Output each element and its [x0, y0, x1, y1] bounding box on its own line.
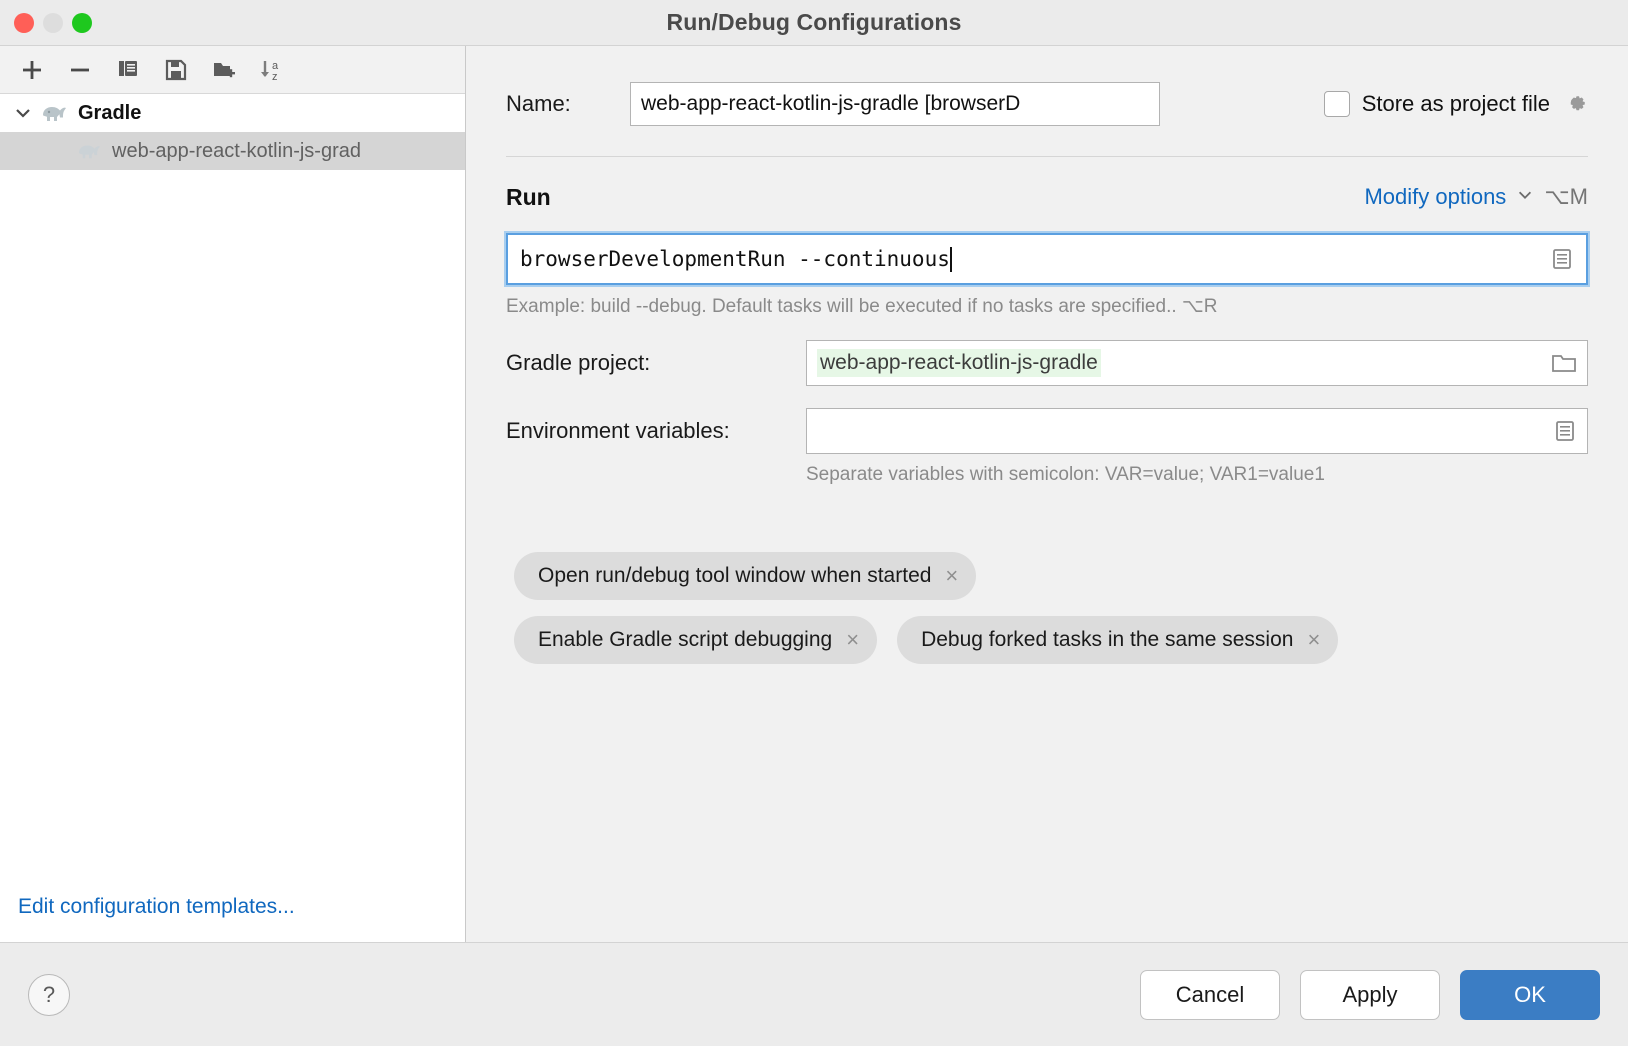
- option-chip[interactable]: Debug forked tasks in the same session ×: [897, 616, 1338, 664]
- expand-list-icon[interactable]: [1553, 419, 1577, 443]
- store-as-project-file-label: Store as project file: [1362, 91, 1550, 117]
- name-label: Name:: [506, 91, 630, 117]
- section-divider: [506, 156, 1588, 157]
- dialog-action-buttons: Cancel Apply OK: [1140, 970, 1600, 1020]
- gradle-project-value: web-app-react-kotlin-js-gradle: [817, 349, 1101, 377]
- tree-group-gradle[interactable]: Gradle: [0, 94, 465, 132]
- tree-item-configuration[interactable]: web-app-react-kotlin-js-grad: [0, 132, 465, 170]
- svg-text:z: z: [272, 71, 278, 82]
- sort-alpha-icon: a z: [259, 58, 285, 82]
- configurations-tree: Gradle web-app-react-kotlin-js-grad: [0, 94, 465, 872]
- apply-button[interactable]: Apply: [1300, 970, 1440, 1020]
- option-chips: Open run/debug tool window when started …: [506, 552, 1588, 664]
- environment-variables-input[interactable]: [806, 408, 1588, 454]
- add-configuration-button[interactable]: [10, 51, 54, 89]
- run-section-header: Run Modify options ⌥M: [506, 179, 1588, 215]
- gradle-project-input[interactable]: web-app-react-kotlin-js-gradle: [806, 340, 1588, 386]
- option-chip[interactable]: Enable Gradle script debugging ×: [514, 616, 877, 664]
- gradle-tasks-hint: Example: build --debug. Default tasks wi…: [506, 295, 1588, 318]
- option-chip-label: Open run/debug tool window when started: [538, 564, 931, 588]
- option-chip-row: Enable Gradle script debugging × Debug f…: [506, 616, 1588, 664]
- chevron-down-icon[interactable]: [1516, 186, 1534, 209]
- minus-icon: [68, 58, 92, 82]
- modify-options-link[interactable]: Modify options: [1364, 184, 1506, 210]
- edit-configuration-templates-link[interactable]: Edit configuration templates...: [18, 895, 295, 919]
- chevron-down-icon[interactable]: [10, 103, 36, 123]
- name-input[interactable]: web-app-react-kotlin-js-gradle [browserD: [630, 82, 1160, 126]
- configurations-sidebar: a z: [0, 46, 466, 942]
- help-button[interactable]: ?: [28, 974, 70, 1016]
- text-caret: [950, 247, 952, 272]
- copy-icon: [116, 58, 140, 82]
- close-icon[interactable]: ×: [1307, 629, 1320, 651]
- environment-variables-label: Environment variables:: [506, 418, 806, 444]
- gradle-project-label: Gradle project:: [506, 350, 806, 376]
- store-as-project-file-checkbox[interactable]: [1324, 91, 1350, 117]
- cancel-button[interactable]: Cancel: [1140, 970, 1280, 1020]
- option-chip-label: Enable Gradle script debugging: [538, 628, 832, 652]
- close-icon[interactable]: ×: [945, 565, 958, 587]
- modify-options-shortcut: ⌥M: [1544, 184, 1588, 210]
- expand-list-icon[interactable]: [1550, 247, 1574, 271]
- gradle-tasks-input[interactable]: browserDevelopmentRun --continuous: [506, 233, 1588, 285]
- name-row: Name: web-app-react-kotlin-js-gradle [br…: [506, 74, 1588, 134]
- option-chip[interactable]: Open run/debug tool window when started …: [514, 552, 976, 600]
- save-icon: [164, 58, 188, 82]
- folder-browse-icon[interactable]: [1551, 352, 1577, 374]
- dialog-footer: ? Cancel Apply OK: [0, 942, 1628, 1046]
- gear-icon[interactable]: [1562, 89, 1588, 120]
- option-chip-label: Debug forked tasks in the same session: [921, 628, 1293, 652]
- remove-configuration-button[interactable]: [58, 51, 102, 89]
- run-section-title: Run: [506, 184, 551, 211]
- close-icon[interactable]: ×: [846, 629, 859, 651]
- sort-configurations-button[interactable]: a z: [250, 51, 294, 89]
- folder-add-icon: [212, 58, 236, 82]
- sidebar-toolbar: a z: [0, 46, 465, 94]
- plus-icon: [20, 58, 44, 82]
- ok-button[interactable]: OK: [1460, 970, 1600, 1020]
- gradle-tasks-value: browserDevelopmentRun --continuous: [520, 247, 950, 271]
- environment-variables-hint: Separate variables with semicolon: VAR=v…: [806, 464, 1588, 486]
- gradle-elephant-icon: [76, 141, 102, 161]
- modify-options-group: Modify options ⌥M: [1364, 184, 1588, 210]
- copy-configuration-button[interactable]: [106, 51, 150, 89]
- dialog-body: a z: [0, 46, 1628, 942]
- tree-item-label: web-app-react-kotlin-js-grad: [112, 140, 361, 163]
- save-configuration-button[interactable]: [154, 51, 198, 89]
- option-chip-row: Open run/debug tool window when started …: [506, 552, 1588, 600]
- move-into-folder-button[interactable]: [202, 51, 246, 89]
- sidebar-footer: Edit configuration templates...: [0, 872, 465, 942]
- dialog-title: Run/Debug Configurations: [0, 9, 1628, 36]
- environment-variables-row: Environment variables:: [506, 408, 1588, 454]
- gradle-elephant-icon: [40, 102, 68, 124]
- run-debug-configurations-dialog: Run/Debug Configurations: [0, 0, 1628, 1046]
- tree-group-label: Gradle: [78, 102, 141, 125]
- gradle-project-row: Gradle project: web-app-react-kotlin-js-…: [506, 340, 1588, 386]
- configuration-form: Name: web-app-react-kotlin-js-gradle [br…: [466, 46, 1628, 942]
- store-as-project-file-group: Store as project file: [1324, 89, 1588, 120]
- dialog-titlebar: Run/Debug Configurations: [0, 0, 1628, 46]
